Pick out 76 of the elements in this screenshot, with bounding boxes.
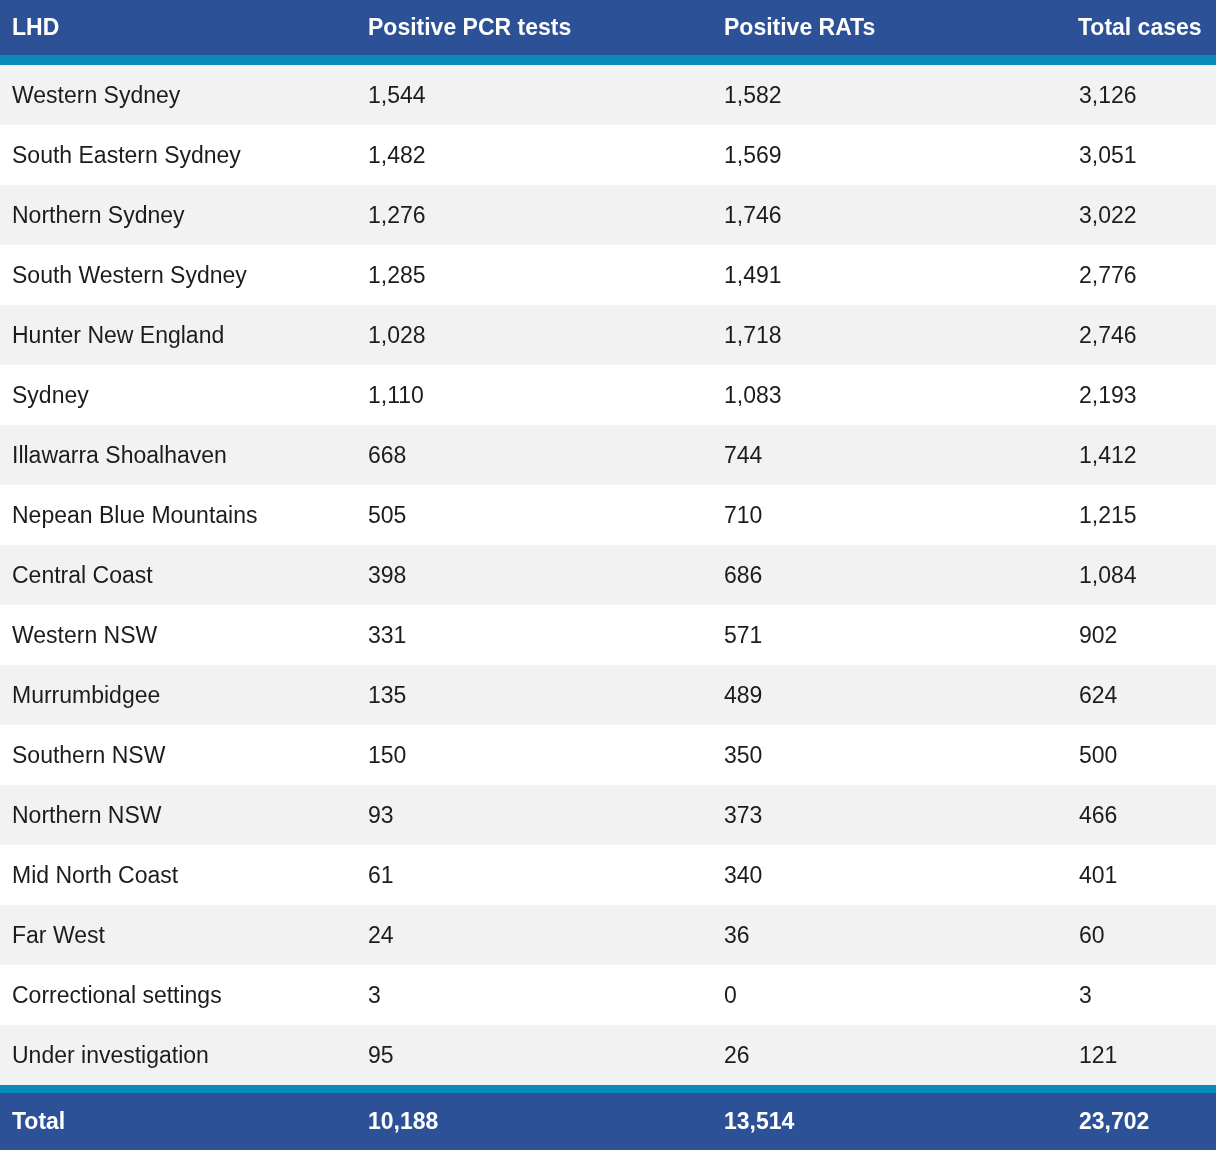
- table-cell-text: 95: [367, 1041, 395, 1069]
- table-cell-text: Correctional settings: [11, 981, 223, 1009]
- table-cell-text: 1,582: [723, 81, 783, 109]
- table-cell-text: 2,746: [1078, 321, 1138, 349]
- table-cell-text: Mid North Coast: [11, 861, 180, 889]
- table-cell-text: 744: [723, 441, 764, 469]
- table-cell-text: 1,718: [723, 321, 783, 349]
- table-cell-text: 331: [367, 621, 408, 649]
- table-cell-text: 1,491: [723, 261, 783, 289]
- table-cell-text: Far West: [11, 921, 106, 949]
- table-cell-text: 902: [1078, 621, 1119, 649]
- table-cell-text: 505: [367, 501, 408, 529]
- column-header: LHD: [11, 14, 61, 41]
- table-cell-text: 624: [1078, 681, 1119, 709]
- table-cell-text: 121: [1078, 1041, 1119, 1069]
- table-cell-text: 24: [367, 921, 395, 949]
- table-cell-text: Sydney: [11, 381, 90, 409]
- table-cell-text: 489: [723, 681, 764, 709]
- table-cell-text: 1,110: [367, 381, 425, 409]
- table-cell-text: Illawarra Shoalhaven: [11, 441, 228, 469]
- total-cell-text: 23,702: [1078, 1108, 1151, 1135]
- table-cell-text: 710: [723, 501, 764, 529]
- table-cell-text: 3,022: [1078, 201, 1138, 229]
- table-cell-text: 1,084: [1078, 561, 1138, 589]
- table-cell-text: Northern Sydney: [11, 201, 186, 229]
- table-cell-text: 686: [723, 561, 764, 589]
- table-cell-text: 93: [367, 801, 395, 829]
- table-cell-text: 668: [367, 441, 408, 469]
- table-cell-text: 340: [723, 861, 764, 889]
- table-cell-text: 1,028: [367, 321, 427, 349]
- table-cell-text: 1,083: [723, 381, 783, 409]
- table-cell-text: 3,051: [1078, 141, 1138, 169]
- table-cell-text: 1,285: [367, 261, 427, 289]
- table-cell-text: 1,569: [723, 141, 783, 169]
- table-cell-text: Nepean Blue Mountains: [11, 501, 259, 529]
- table-cell-text: 150: [367, 741, 408, 769]
- table-cell-text: 571: [723, 621, 764, 649]
- table-cell-text: 2,776: [1078, 261, 1138, 289]
- table-cell-text: 26: [723, 1041, 751, 1069]
- table-cell-text: 61: [367, 861, 395, 889]
- total-cell-text: 10,188: [367, 1108, 440, 1135]
- table-cell-text: 1,215: [1078, 501, 1138, 529]
- column-header: Total cases: [1077, 14, 1203, 41]
- table-cell-text: 1,544: [367, 81, 427, 109]
- column-header: Positive PCR tests: [367, 14, 573, 41]
- table-cell-text: Northern NSW: [11, 801, 163, 829]
- table-cell-text: 3: [1078, 981, 1093, 1009]
- table-cell-text: 36: [723, 921, 751, 949]
- table-cell-text: Murrumbidgee: [11, 681, 162, 709]
- table-cell-text: 2,193: [1078, 381, 1138, 409]
- total-cell-text: Total: [11, 1108, 67, 1135]
- table-cell-text: South Eastern Sydney: [11, 141, 242, 169]
- table-cell-text: 135: [367, 681, 408, 709]
- table-cell-text: Under investigation: [11, 1041, 210, 1069]
- table-cell-text: 1,746: [723, 201, 783, 229]
- table-cell-text: 3: [367, 981, 382, 1009]
- table-cell-text: 1,276: [367, 201, 427, 229]
- table-cell-text: 398: [367, 561, 408, 589]
- table-cell-text: Hunter New England: [11, 321, 226, 349]
- table-cell-text: Western Sydney: [11, 81, 182, 109]
- table-cell-text: 401: [1078, 861, 1119, 889]
- table-cell-text: 350: [723, 741, 764, 769]
- table-cell-text: 373: [723, 801, 764, 829]
- table-cell-text: 500: [1078, 741, 1119, 769]
- column-header: Positive RATs: [723, 14, 877, 41]
- table-cell-text: 3,126: [1078, 81, 1138, 109]
- table-cell-text: Central Coast: [11, 561, 154, 589]
- table-cell-text: 1,482: [367, 141, 427, 169]
- total-cell-text: 13,514: [723, 1108, 796, 1135]
- table-cell-text: 60: [1078, 921, 1106, 949]
- table-cell-text: South Western Sydney: [11, 261, 248, 289]
- table-cell-text: 0: [723, 981, 738, 1009]
- table-cell-text: Southern NSW: [11, 741, 167, 769]
- table-cell-text: Western NSW: [11, 621, 159, 649]
- table-cell-text: 466: [1078, 801, 1119, 829]
- table-cell-text: 1,412: [1078, 441, 1138, 469]
